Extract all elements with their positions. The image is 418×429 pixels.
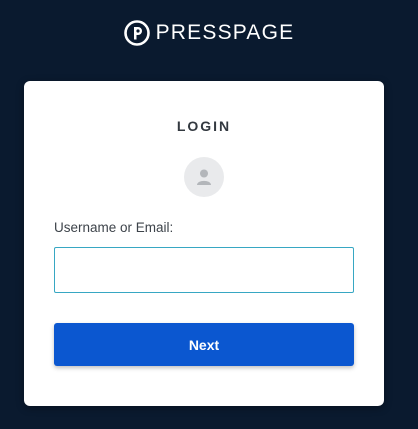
avatar xyxy=(184,157,224,197)
login-page: PRESSPAGE LOGIN Username or Email: Next xyxy=(0,0,418,429)
next-button[interactable]: Next xyxy=(54,323,354,366)
user-icon xyxy=(197,169,211,185)
login-title: LOGIN xyxy=(176,118,232,134)
presspage-logo-icon xyxy=(123,20,150,46)
username-input[interactable] xyxy=(54,247,354,293)
brand-name: PRESSPAGE xyxy=(155,21,295,44)
login-card: LOGIN Username or Email: Next xyxy=(24,81,384,406)
brand-header: PRESSPAGE xyxy=(0,20,418,46)
username-label: Username or Email: xyxy=(54,220,174,235)
